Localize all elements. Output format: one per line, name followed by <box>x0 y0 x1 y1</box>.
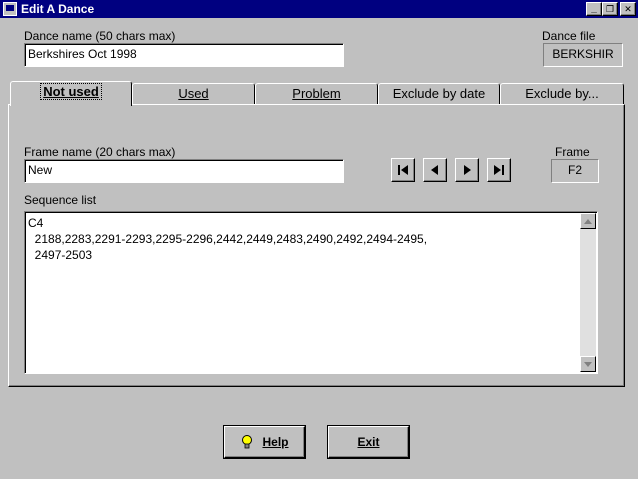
scroll-down-button[interactable] <box>580 356 596 372</box>
sequence-list-label: Sequence list <box>24 193 97 207</box>
sequence-list-textarea[interactable]: C4 2188,2283,2291-2293,2295-2296,2442,24… <box>24 211 598 374</box>
tab-problem[interactable]: Problem <box>255 83 378 104</box>
window-title: Edit A Dance <box>21 2 95 16</box>
tab-not-used[interactable]: Not used <box>10 81 132 106</box>
dance-file-label: Dance file <box>542 29 596 43</box>
scroll-up-button[interactable] <box>580 213 596 229</box>
lightbulb-icon <box>242 435 253 449</box>
restore-button[interactable]: ❐ <box>602 2 618 16</box>
dance-name-input[interactable]: Berkshires Oct 1998 <box>24 43 344 67</box>
tab-used[interactable]: Used <box>132 83 255 104</box>
tab-exclude-by-date[interactable]: Exclude by date <box>378 83 500 104</box>
frame-name-input[interactable]: New <box>24 159 344 183</box>
tab-exclude-by[interactable]: Exclude by... <box>500 83 624 104</box>
dance-file-value: BERKSHIR <box>543 43 623 67</box>
scroll-down-arrow-icon <box>584 361 592 367</box>
last-record-icon <box>494 165 504 175</box>
dance-name-label: Dance name (50 chars max) <box>24 29 176 43</box>
first-frame-button[interactable] <box>391 158 415 182</box>
minimize-button[interactable]: _ <box>586 2 602 16</box>
frame-name-label: Frame name (20 chars max) <box>24 145 176 159</box>
sequence-list-content: C4 2188,2283,2291-2293,2295-2296,2442,24… <box>28 216 428 262</box>
title-bar: Edit A Dance _ ❐ ✕ <box>0 0 638 18</box>
first-record-icon <box>398 165 408 175</box>
frame-label: Frame <box>555 145 590 159</box>
help-button-label: Help <box>262 435 289 449</box>
help-button[interactable]: Help <box>224 426 305 458</box>
next-frame-button[interactable] <box>455 158 479 182</box>
app-icon <box>3 2 17 16</box>
previous-record-icon <box>431 165 438 175</box>
close-button[interactable]: ✕ <box>620 2 636 16</box>
exit-button[interactable]: Exit <box>328 426 409 458</box>
last-frame-button[interactable] <box>487 158 511 182</box>
next-record-icon <box>464 165 471 175</box>
scroll-up-arrow-icon <box>584 218 592 224</box>
previous-frame-button[interactable] <box>423 158 447 182</box>
sequence-scrollbar[interactable] <box>580 213 596 372</box>
exit-button-label: Exit <box>357 435 380 449</box>
frame-value: F2 <box>551 159 599 183</box>
